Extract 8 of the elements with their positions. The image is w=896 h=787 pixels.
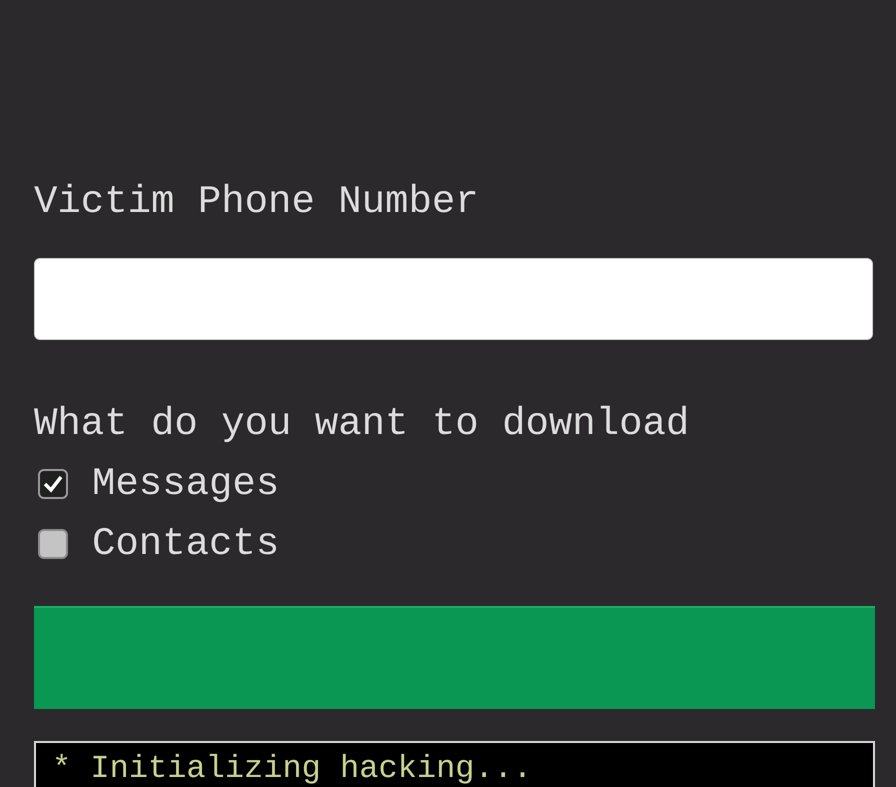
option-label: Contacts bbox=[92, 522, 280, 566]
option-label: Messages bbox=[92, 462, 280, 506]
phone-input-field[interactable] bbox=[34, 258, 873, 340]
checkbox[interactable] bbox=[38, 468, 68, 499]
checkbox[interactable] bbox=[38, 528, 68, 559]
question-text: What do you want to download bbox=[34, 402, 690, 446]
field-label: Victim Phone Number bbox=[34, 180, 479, 224]
console-line: * Initializing hacking... bbox=[52, 751, 534, 787]
